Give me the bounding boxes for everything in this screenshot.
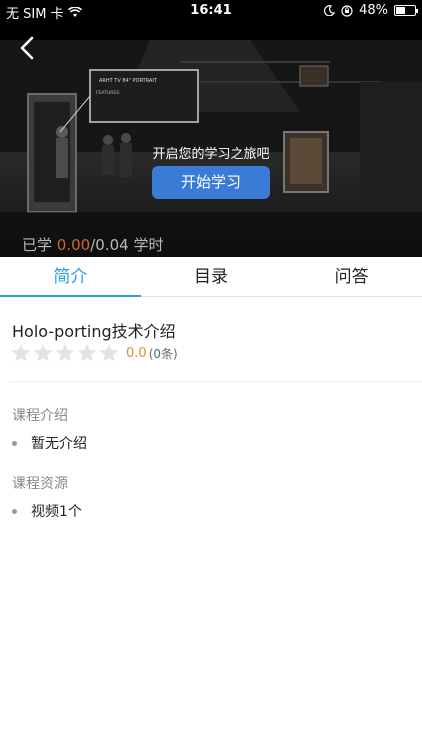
resources-section-label: 课程资源 <box>12 476 68 492</box>
tab-bar: 简介 目录 问答 <box>0 257 422 297</box>
video-thumbnail: ARHT TV 84" PORTRAIT FEATURES: <box>0 22 422 257</box>
moon-icon <box>324 5 336 16</box>
resources-item-text: 视频1个 <box>31 504 82 520</box>
start-learning-button[interactable]: 开始学习 <box>152 166 270 199</box>
screen-features: FEATURES: <box>96 90 121 96</box>
star-icon <box>77 343 97 362</box>
progress-prefix: 已学 <box>22 236 53 254</box>
study-progress: 已学 0.00/0.04 学时 <box>22 234 163 255</box>
review-count: (0条) <box>148 346 178 361</box>
intro-item-text: 暂无介绍 <box>31 436 87 452</box>
tab-qa[interactable]: 问答 <box>281 257 422 296</box>
screen-title: ARHT TV 84" PORTRAIT <box>99 78 158 84</box>
bullet-icon <box>12 508 17 514</box>
tab-catalog[interactable]: 目录 <box>141 257 282 296</box>
star-icon <box>99 343 119 362</box>
tab-intro[interactable]: 简介 <box>0 257 141 297</box>
back-arrow-icon[interactable] <box>14 34 42 62</box>
intro-section-label: 课程介绍 <box>12 408 68 424</box>
battery-icon <box>394 5 418 16</box>
status-bar: 无 SIM 卡 16:41 48% <box>0 0 422 22</box>
video-player[interactable]: ARHT TV 84" PORTRAIT FEATURES: 开启您的学习之旅吧… <box>0 22 422 257</box>
course-rating: 0.0 (0条) <box>10 342 178 364</box>
resources-item: 视频1个 <box>12 501 82 521</box>
intro-item: 暂无介绍 <box>12 433 87 453</box>
course-title: Holo-porting技术介绍 <box>12 322 176 341</box>
star-icon <box>11 343 31 362</box>
progress-total: /0.04 <box>90 236 129 254</box>
progress-unit: 学时 <box>133 236 164 254</box>
battery-fill <box>396 7 405 14</box>
battery-percent: 48% <box>359 3 388 18</box>
rating-score: 0.0 <box>126 345 147 361</box>
star-icon <box>33 343 53 362</box>
progress-done: 0.00 <box>56 236 91 254</box>
star-icon <box>55 343 75 362</box>
video-overlay-text: 开启您的学习之旅吧 <box>152 147 270 162</box>
bullet-icon <box>12 440 17 446</box>
divider <box>10 381 422 382</box>
status-right: 48% <box>324 3 418 18</box>
rotation-lock-icon <box>341 4 353 17</box>
